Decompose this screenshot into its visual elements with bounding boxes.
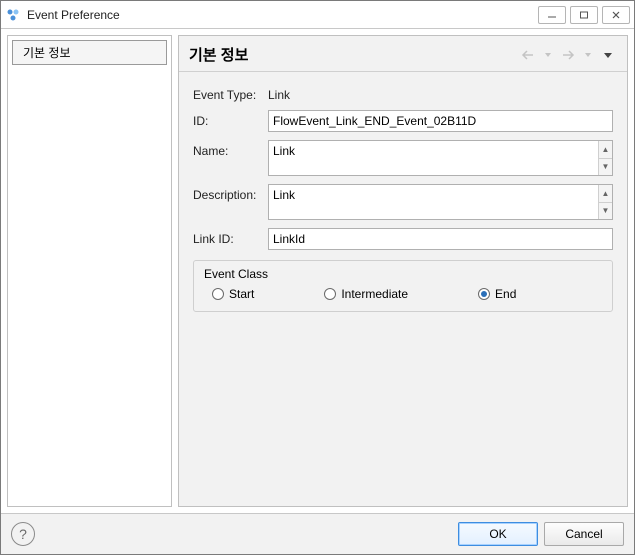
sidebar-tab-basic-info[interactable]: 기본 정보 — [12, 40, 167, 65]
main-title: 기본 정보 — [189, 44, 519, 65]
input-description[interactable] — [269, 185, 598, 219]
ok-button[interactable]: OK — [458, 522, 538, 546]
label-description: Description: — [193, 184, 268, 202]
help-button[interactable]: ? — [11, 522, 35, 546]
dialog-window: Event Preference 기본 정보 기본 정보 — [0, 0, 635, 555]
input-id[interactable] — [268, 110, 613, 132]
label-name: Name: — [193, 140, 268, 158]
maximize-button[interactable] — [570, 6, 598, 24]
row-link-id: Link ID: — [193, 228, 613, 250]
main-header: 기본 정보 — [179, 36, 627, 72]
description-spinner: ▲ ▼ — [598, 185, 612, 219]
input-name[interactable] — [269, 141, 598, 175]
input-link-id[interactable] — [268, 228, 613, 250]
name-field-wrap: ▲ ▼ — [268, 140, 613, 176]
event-class-group: Event Class Start Intermediate End — [193, 260, 613, 312]
back-menu-icon[interactable] — [539, 47, 557, 63]
radio-intermediate-dot — [324, 288, 336, 300]
title-bar: Event Preference — [1, 1, 634, 29]
view-menu-icon[interactable] — [599, 47, 617, 63]
radio-start-label: Start — [229, 287, 254, 301]
row-name: Name: ▲ ▼ — [193, 140, 613, 176]
window-title: Event Preference — [27, 8, 538, 22]
label-event-type: Event Type: — [193, 84, 268, 102]
name-spin-up[interactable]: ▲ — [599, 141, 612, 159]
radio-end-dot — [478, 288, 490, 300]
radio-end-label: End — [495, 287, 516, 301]
description-field-wrap: ▲ ▼ — [268, 184, 613, 220]
app-icon — [5, 7, 21, 23]
label-id: ID: — [193, 110, 268, 128]
description-spin-up[interactable]: ▲ — [599, 185, 612, 203]
radio-start-dot — [212, 288, 224, 300]
footer: ? OK Cancel — [1, 513, 634, 554]
label-link-id: Link ID: — [193, 228, 268, 246]
row-event-type: Event Type: Link — [193, 84, 613, 102]
row-description: Description: ▲ ▼ — [193, 184, 613, 220]
value-event-type: Link — [268, 84, 290, 102]
back-icon[interactable] — [519, 47, 537, 63]
radio-start[interactable]: Start — [212, 287, 254, 301]
forward-icon[interactable] — [559, 47, 577, 63]
minimize-button[interactable] — [538, 6, 566, 24]
event-class-options: Start Intermediate End — [204, 287, 602, 301]
name-spinner: ▲ ▼ — [598, 141, 612, 175]
radio-end[interactable]: End — [478, 287, 516, 301]
radio-intermediate-label: Intermediate — [341, 287, 408, 301]
cancel-button[interactable]: Cancel — [544, 522, 624, 546]
description-spin-down[interactable]: ▼ — [599, 203, 612, 220]
forward-menu-icon[interactable] — [579, 47, 597, 63]
header-nav — [519, 47, 617, 63]
row-id: ID: — [193, 110, 613, 132]
window-controls — [538, 6, 630, 24]
close-button[interactable] — [602, 6, 630, 24]
form-area: Event Type: Link ID: Name: ▲ ▼ — [179, 72, 627, 506]
sidebar: 기본 정보 — [7, 35, 172, 507]
main-panel: 기본 정보 — [178, 35, 628, 507]
name-spin-down[interactable]: ▼ — [599, 159, 612, 176]
event-class-title: Event Class — [204, 267, 602, 281]
content-area: 기본 정보 기본 정보 — [1, 29, 634, 513]
radio-intermediate[interactable]: Intermediate — [324, 287, 408, 301]
